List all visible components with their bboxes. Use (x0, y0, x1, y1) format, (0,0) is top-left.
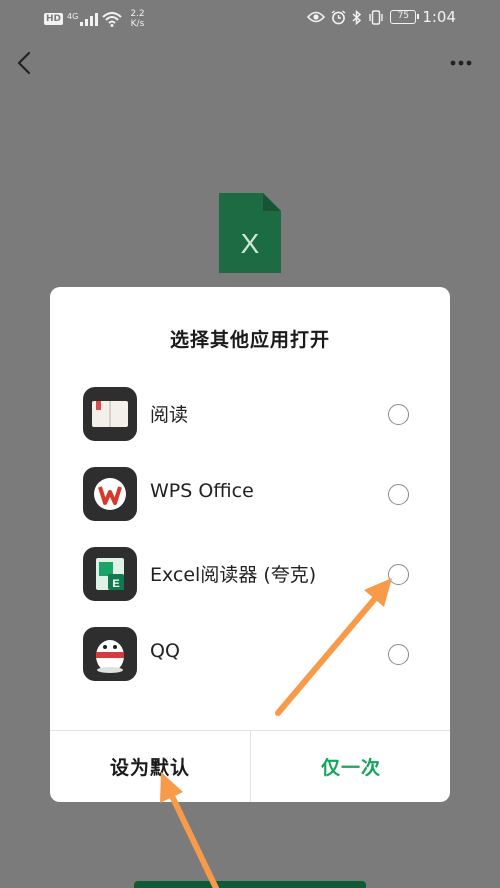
app-label-qq: QQ (150, 640, 180, 662)
network-speed-unit: K/s (130, 19, 145, 29)
wps-icon (83, 467, 137, 521)
hd-badge: HD (44, 13, 64, 25)
eye-icon (307, 11, 326, 23)
status-right: 75 1:04 (307, 8, 456, 26)
excel-reader-icon: E (83, 547, 137, 601)
app-option-reader[interactable]: 阅读 (50, 383, 450, 447)
app-option-wps[interactable]: WPS Office (50, 463, 450, 527)
app-option-excel-reader[interactable]: E Excel阅读器 (夸克) (50, 543, 450, 607)
qq-icon (83, 627, 137, 681)
dialog-title: 选择其他应用打开 (169, 329, 330, 351)
book-icon (83, 387, 137, 441)
radio-excel-reader[interactable] (388, 564, 409, 585)
network-speed: 2.2 K/s (130, 9, 144, 29)
status-left: HD 4G 2.2 K/s (44, 9, 145, 29)
just-once-button[interactable]: 仅一次 (251, 731, 450, 802)
svg-text:E: E (112, 578, 119, 590)
set-default-button[interactable]: 设为默认 (50, 731, 250, 802)
status-bar: HD 4G 2.2 K/s 75 1:04 (0, 0, 500, 34)
bottom-action-button[interactable] (134, 881, 366, 888)
radio-wps[interactable] (388, 484, 409, 505)
app-label-reader: 阅读 (150, 404, 189, 426)
open-with-dialog: 选择其他应用打开 阅读 WPS Office E Excel阅读器 (夸克) Q… (50, 287, 450, 802)
network-type-label: 4G (67, 11, 79, 21)
signal-icon (80, 12, 99, 26)
radio-qq[interactable] (388, 644, 409, 665)
vibrate-icon (369, 9, 384, 25)
bluetooth-icon (352, 9, 362, 25)
file-icon-letter: X (241, 228, 260, 259)
network-speed-value: 2.2 (130, 9, 145, 19)
wifi-icon (102, 11, 122, 27)
back-button[interactable] (12, 48, 40, 78)
app-label-excel-reader: Excel阅读器 (夸克) (150, 564, 317, 586)
more-dots-icon (450, 60, 472, 66)
chevron-left-icon (17, 51, 31, 75)
excel-file-icon: X (219, 193, 281, 273)
clock: 1:04 (422, 8, 456, 26)
app-label-wps: WPS Office (150, 480, 254, 502)
more-options-button[interactable] (448, 48, 478, 78)
radio-reader[interactable] (388, 404, 409, 425)
alarm-icon (331, 9, 346, 24)
app-option-qq[interactable]: QQ (50, 623, 450, 687)
battery-indicator: 75 (390, 10, 420, 24)
